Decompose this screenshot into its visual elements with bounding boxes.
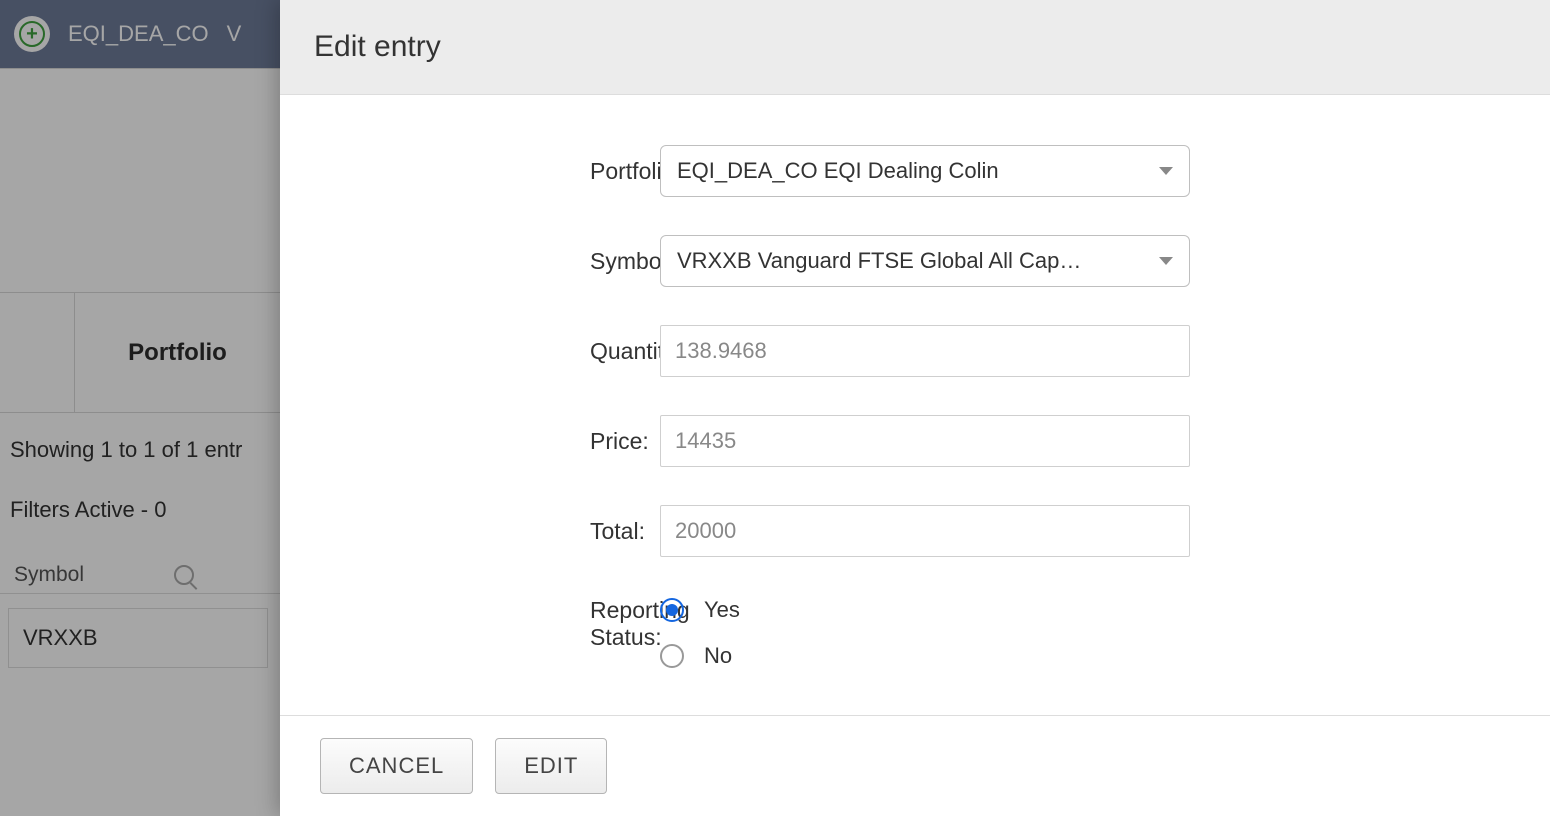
edit-button[interactable]: EDIT [495, 738, 607, 794]
reporting-status-label: Reporting Status: [320, 595, 660, 651]
symbol-select[interactable]: VRXXB Vanguard FTSE Global All Cap… [660, 235, 1190, 287]
reporting-no-label: No [704, 643, 732, 669]
modal-title: Edit entry [314, 30, 1516, 64]
modal-header: Edit entry [280, 0, 1550, 95]
total-row: Total: [320, 505, 1510, 557]
symbol-filter-header: Symbol [0, 557, 280, 594]
cancel-button[interactable]: CANCEL [320, 738, 473, 794]
price-row: Price: [320, 415, 1510, 467]
toolbar-label: EQI_DEA_CO [68, 21, 209, 47]
search-icon[interactable] [174, 565, 194, 585]
background-toolbar: + EQI_DEA_CO V [0, 0, 280, 68]
chevron-down-icon [1159, 257, 1173, 265]
modal-footer: CANCEL EDIT [280, 715, 1550, 816]
price-label: Price: [320, 428, 660, 455]
radio-icon [660, 598, 684, 622]
portfolio-column-header: Portfolio [75, 339, 280, 367]
symbol-select-value: VRXXB Vanguard FTSE Global All Cap… [677, 248, 1145, 274]
chevron-down-icon [1159, 167, 1173, 175]
quantity-label: Quantity: [320, 338, 660, 365]
background-header-row: Portfolio [0, 293, 280, 413]
reporting-status-row: Reporting Status: Yes No [320, 595, 1510, 669]
quantity-row: Quantity: [320, 325, 1510, 377]
reporting-status-group: Yes No [660, 595, 1190, 669]
symbol-row: Symbol: VRXXB Vanguard FTSE Global All C… [320, 235, 1510, 287]
edit-entry-modal: Edit entry Portfolio: EQI_DEA_CO EQI Dea… [280, 0, 1550, 816]
add-button[interactable]: + [14, 16, 50, 52]
reporting-no-option[interactable]: No [660, 643, 1190, 669]
total-input[interactable] [660, 505, 1190, 557]
background-header-spacer [0, 293, 75, 412]
toolbar-tail: V [227, 21, 242, 47]
portfolio-select-value: EQI_DEA_CO EQI Dealing Colin [677, 158, 1145, 184]
portfolio-row: Portfolio: EQI_DEA_CO EQI Dealing Colin [320, 145, 1510, 197]
portfolio-select[interactable]: EQI_DEA_CO EQI Dealing Colin [660, 145, 1190, 197]
modal-body: Portfolio: EQI_DEA_CO EQI Dealing Colin … [280, 95, 1550, 715]
reporting-yes-option[interactable]: Yes [660, 597, 1190, 623]
quantity-input[interactable] [660, 325, 1190, 377]
symbol-label: Symbol: [320, 248, 660, 275]
plus-icon: + [19, 21, 45, 47]
symbol-filter-value[interactable]: VRXXB [8, 608, 268, 668]
total-label: Total: [320, 518, 660, 545]
radio-icon [660, 644, 684, 668]
portfolio-label: Portfolio: [320, 158, 660, 185]
background-blank [0, 68, 280, 293]
symbol-filter-label: Symbol [14, 563, 84, 587]
reporting-yes-label: Yes [704, 597, 740, 623]
price-input[interactable] [660, 415, 1190, 467]
